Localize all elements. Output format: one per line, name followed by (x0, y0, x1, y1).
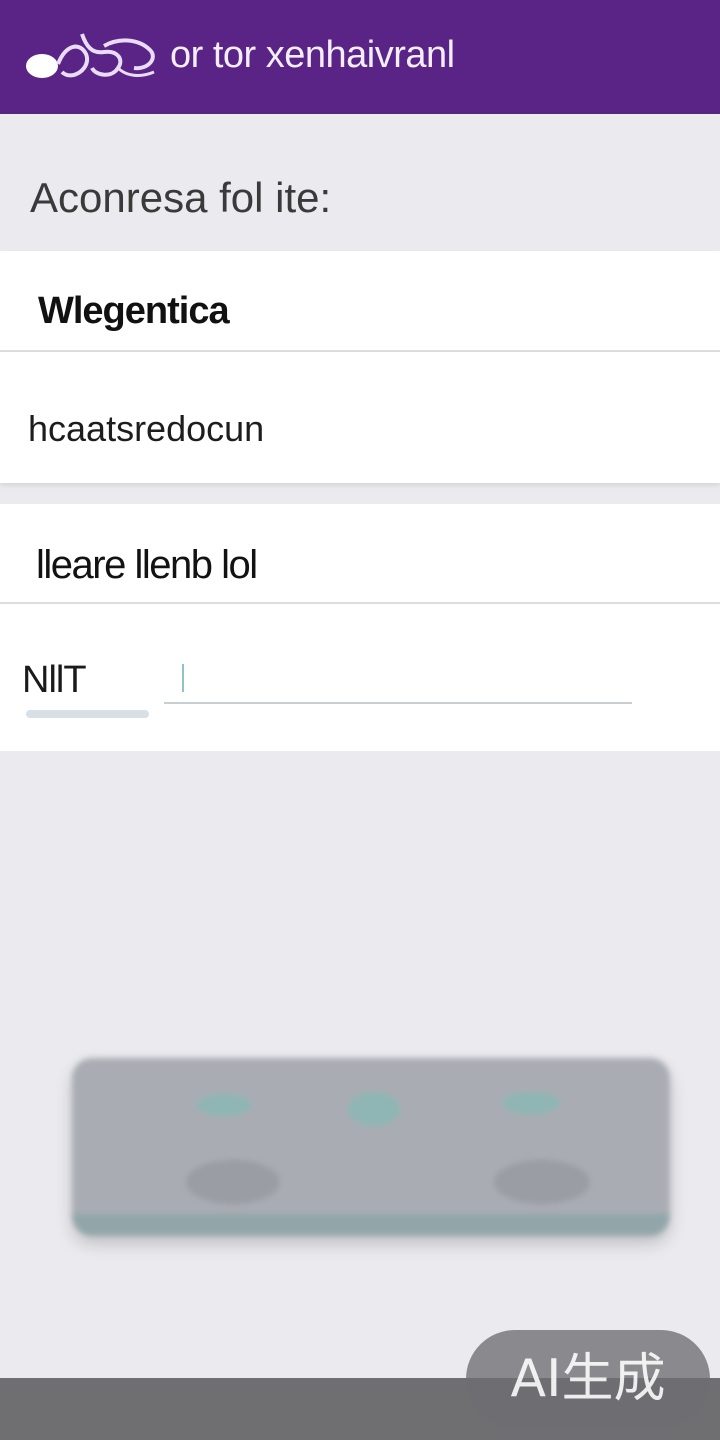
watermark-text: AI生成 (510, 1349, 666, 1409)
app-bar: or tor xenhaivranl (0, 0, 720, 114)
key-blob-right (494, 1160, 590, 1204)
section-header-label: Aconresa fol ite: (30, 174, 332, 221)
row-divider-secondary (0, 602, 720, 604)
app-screen: or tor xenhaivranl Aconresa fol ite: Wle… (0, 0, 720, 1440)
field-label: NllT (22, 659, 87, 701)
row-divider (0, 350, 720, 352)
app-logo-icon (26, 33, 155, 78)
text-cursor (182, 664, 184, 692)
field-label-underline (26, 710, 149, 718)
watermark-badge: AI生成 (466, 1330, 710, 1428)
key-blob-left (186, 1160, 280, 1204)
list-item-value[interactable]: hcaatsredocun (28, 406, 264, 452)
text-input-field[interactable] (164, 654, 632, 704)
list-item-title[interactable]: Wlegentica (38, 287, 230, 335)
key-dot-right (502, 1092, 560, 1114)
key-dot-left (196, 1094, 252, 1116)
app-title: or tor xenhaivranl (170, 34, 455, 76)
keyboard-bottom-bar (72, 1214, 670, 1236)
key-dot-center (348, 1092, 400, 1126)
list-item-title-secondary[interactable]: lleare llenb lol (36, 540, 258, 590)
keyboard-preview[interactable] (72, 1058, 670, 1236)
